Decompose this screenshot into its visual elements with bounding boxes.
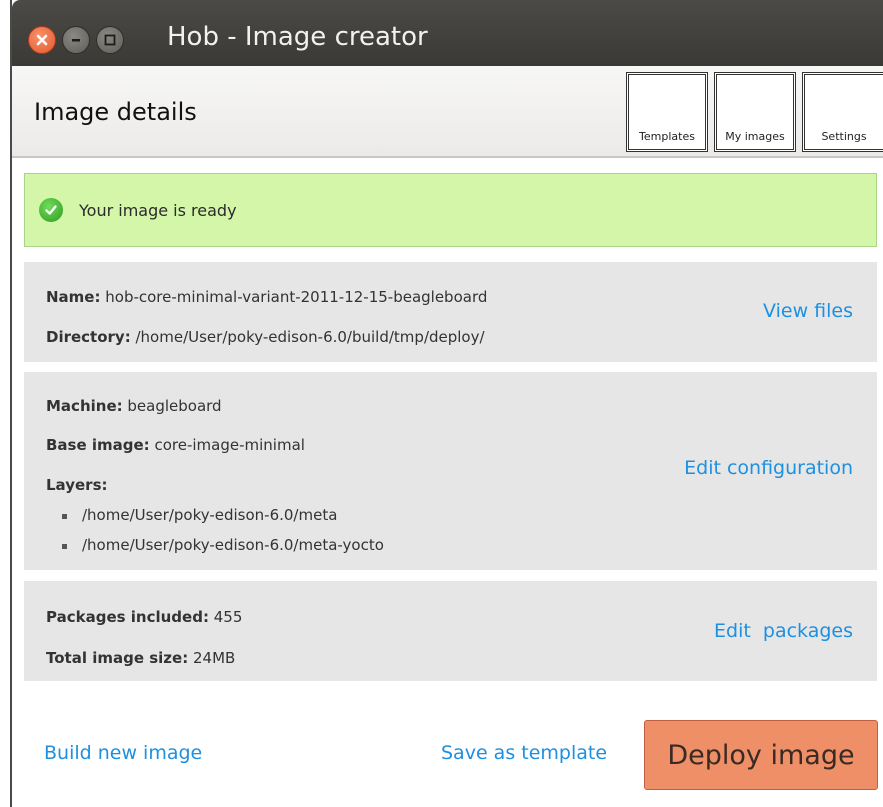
templates-button[interactable]: Templates bbox=[626, 72, 708, 152]
save-as-template-link[interactable]: Save as template bbox=[441, 742, 607, 764]
name-row: Name: hob-core-minimal-variant-2011-12-1… bbox=[46, 288, 487, 306]
build-new-image-link[interactable]: Build new image bbox=[44, 742, 202, 764]
layer-item: /home/User/poky-edison-6.0/meta-yocto bbox=[62, 536, 384, 554]
page-title: Image details bbox=[34, 98, 197, 126]
packages-included-row: Packages included: 455 bbox=[46, 608, 242, 626]
edit-configuration-link[interactable]: Edit configuration bbox=[684, 457, 853, 479]
deploy-image-button[interactable]: Deploy image bbox=[644, 720, 878, 790]
machine-value: beagleboard bbox=[127, 397, 222, 415]
page-header: Image details Templates My images Settin… bbox=[12, 66, 883, 158]
checkmark-icon bbox=[39, 198, 63, 222]
title-bar[interactable]: Hob - Image creator bbox=[12, 0, 883, 66]
name-label: Name: bbox=[46, 288, 101, 306]
layers-label: Layers: bbox=[46, 476, 108, 494]
directory-value: /home/User/poky-edison-6.0/build/tmp/dep… bbox=[135, 328, 485, 346]
configuration-section: Machine: beagleboard Base image: core-im… bbox=[24, 372, 877, 570]
my-images-button[interactable]: My images bbox=[714, 72, 796, 152]
view-files-link[interactable]: View files bbox=[763, 300, 853, 322]
total-size-value: 24MB bbox=[192, 649, 236, 667]
edit-packages-link[interactable]: Edit packages bbox=[714, 620, 853, 642]
directory-row: Directory: /home/User/poky-edison-6.0/bu… bbox=[46, 328, 485, 346]
layer-path: /home/User/poky-edison-6.0/meta-yocto bbox=[82, 536, 384, 554]
directory-label: Directory: bbox=[46, 328, 131, 346]
status-message: Your image is ready bbox=[79, 200, 237, 220]
layers-row: Layers: bbox=[46, 476, 108, 494]
app-window: Hob - Image creator Image details Templa… bbox=[10, 0, 883, 807]
packages-included-label: Packages included: bbox=[46, 608, 209, 626]
close-icon[interactable] bbox=[28, 26, 56, 54]
image-info-section: Name: hob-core-minimal-variant-2011-12-1… bbox=[24, 262, 877, 362]
packages-section: Packages included: 455 Total image size:… bbox=[24, 581, 877, 681]
total-size-row: Total image size: 24MB bbox=[46, 649, 235, 667]
layer-path: /home/User/poky-edison-6.0/meta bbox=[82, 506, 338, 524]
name-value: hob-core-minimal-variant-2011-12-15-beag… bbox=[105, 288, 488, 306]
minimize-icon[interactable] bbox=[62, 26, 90, 54]
window-title: Hob - Image creator bbox=[167, 22, 428, 52]
maximize-icon[interactable] bbox=[96, 26, 124, 54]
base-image-value: core-image-minimal bbox=[154, 436, 305, 454]
base-image-row: Base image: core-image-minimal bbox=[46, 436, 305, 454]
total-size-label: Total image size: bbox=[46, 649, 189, 667]
layer-item: /home/User/poky-edison-6.0/meta bbox=[61, 506, 338, 524]
status-banner: Your image is ready bbox=[24, 173, 877, 247]
machine-row: Machine: beagleboard bbox=[46, 397, 222, 415]
machine-label: Machine: bbox=[46, 397, 123, 415]
packages-included-value: 455 bbox=[213, 608, 243, 626]
base-image-label: Base image: bbox=[46, 436, 150, 454]
settings-button[interactable]: Settings bbox=[802, 72, 883, 152]
edit-packages-label: Edit packages bbox=[714, 620, 853, 642]
